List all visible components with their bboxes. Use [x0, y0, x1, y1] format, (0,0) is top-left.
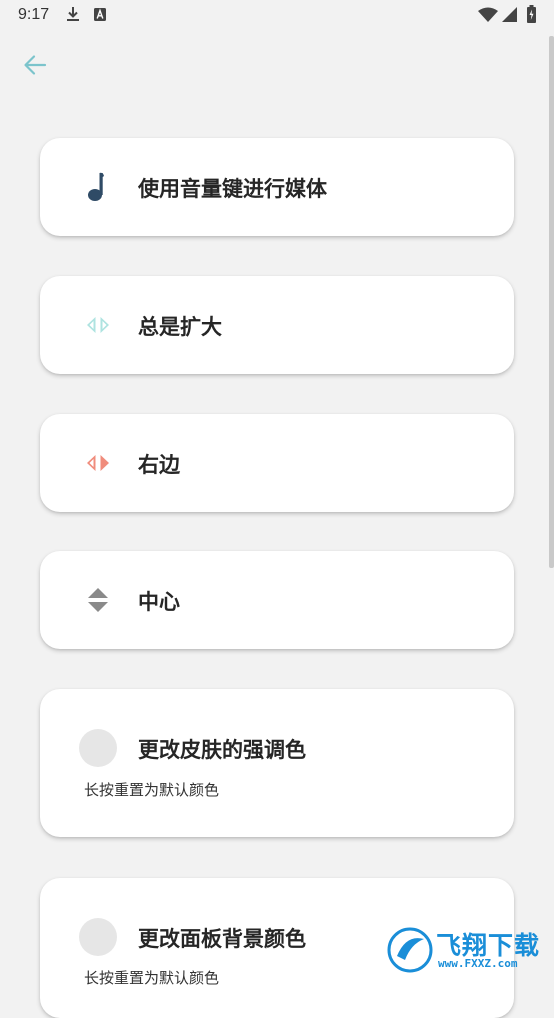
expand-arrows-icon — [87, 317, 109, 333]
keyboard-a-icon — [94, 8, 106, 21]
card-always-expand[interactable]: 总是扩大 — [40, 276, 514, 374]
music-note-icon — [88, 172, 104, 201]
card-label: 更改皮肤的强调色 — [138, 738, 306, 762]
card-label: 使用音量键进行媒体 — [138, 177, 327, 201]
wifi-icon — [478, 7, 498, 22]
scrollbar[interactable] — [549, 36, 554, 568]
card-sublabel: 长按重置为默认颜色 — [84, 969, 220, 987]
back-arrow-icon[interactable] — [20, 50, 50, 80]
cellular-signal-icon — [502, 7, 517, 22]
color-swatch[interactable] — [79, 729, 117, 767]
watermark-logo-icon — [387, 927, 433, 973]
right-side-arrows-icon — [87, 455, 109, 471]
status-time: 9:17 — [18, 6, 50, 23]
card-label: 右边 — [138, 453, 180, 477]
card-sublabel: 长按重置为默认颜色 — [84, 781, 220, 799]
watermark-url: www.FXXZ.com — [438, 957, 518, 970]
center-arrows-icon — [88, 588, 108, 612]
download-icon — [67, 7, 79, 21]
card-volume-keys-media[interactable]: 使用音量键进行媒体 — [40, 138, 514, 236]
card-label: 总是扩大 — [138, 315, 222, 339]
battery-icon — [527, 5, 536, 23]
card-accent-color[interactable]: 更改皮肤的强调色 长按重置为默认颜色 — [40, 689, 514, 837]
card-right-side[interactable]: 右边 — [40, 414, 514, 512]
card-label: 中心 — [138, 590, 180, 614]
watermark: 飞翔下载 www.FXXZ.com — [386, 922, 546, 978]
card-center[interactable]: 中心 — [40, 551, 514, 649]
status-bar: 9:17 — [0, 0, 554, 30]
card-label: 更改面板背景颜色 — [138, 927, 306, 951]
color-swatch[interactable] — [79, 918, 117, 956]
